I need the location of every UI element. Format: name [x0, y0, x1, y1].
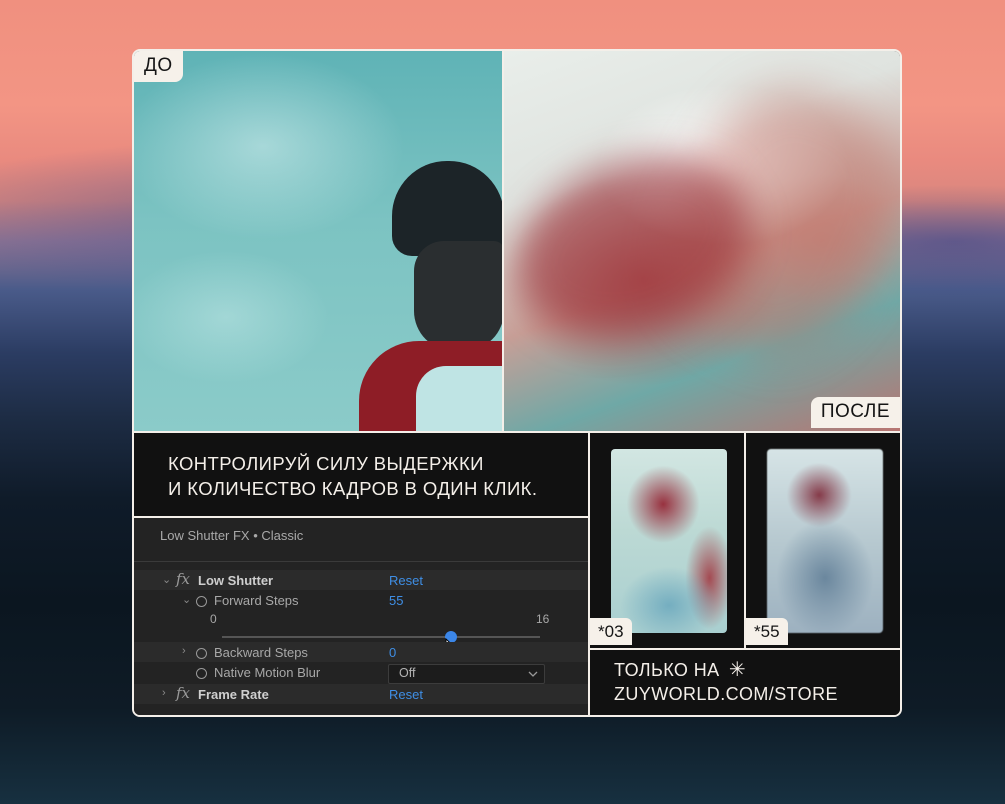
effect-controls-panel: Low Shutter FX • Classic ⌄ fx Low Shutte… — [134, 518, 588, 715]
fx-icon: fx — [176, 570, 191, 588]
before-photo: ДО — [134, 51, 502, 431]
slider-min-label: 0 — [210, 612, 217, 626]
before-label: ДО — [134, 51, 183, 82]
thumbnail-badge-55: *55 — [746, 618, 788, 645]
effect-label-frame-rate: Frame Rate — [198, 687, 269, 702]
effect-row-low-shutter[interactable]: ⌄ fx Low Shutter Reset — [134, 570, 588, 590]
native-motion-blur-dropdown[interactable]: Off — [388, 664, 545, 684]
tagline-line-1: КОНТРОЛИРУЙ СИЛУ ВЫДЕРЖКИ — [168, 453, 484, 474]
person-head — [414, 241, 502, 351]
property-row-forward-steps[interactable]: ⌄ Forward Steps 55 — [134, 590, 588, 610]
after-label: ПОСЛЕ — [810, 397, 900, 428]
property-label-forward-steps: Forward Steps — [214, 593, 299, 608]
dropdown-selected-value: Off — [399, 666, 416, 680]
store-line-1: ТОЛЬКО НА — [614, 660, 720, 680]
chevron-down-icon — [528, 671, 538, 677]
thumbnail-55 — [767, 449, 883, 633]
store-url[interactable]: ZUYWORLD.COM/STORE — [614, 682, 900, 706]
stopwatch-icon[interactable] — [196, 647, 207, 662]
thumbnail-badge-03: *03 — [590, 618, 632, 645]
chevron-down-icon[interactable]: ⌄ — [162, 573, 171, 586]
reset-link-frame-rate[interactable]: Reset — [389, 687, 423, 702]
chevron-right-icon[interactable]: › — [182, 645, 186, 657]
tagline-line-2: И КОЛИЧЕСТВО КАДРОВ В ОДИН КЛИК. — [168, 478, 538, 499]
forward-steps-slider[interactable] — [222, 631, 540, 643]
reset-link-low-shutter[interactable]: Reset — [389, 573, 423, 588]
thumbnail-03 — [611, 449, 727, 633]
chevron-down-icon[interactable]: ⌄ — [182, 593, 191, 606]
promo-card: ДО ПОСЛЕ КОНТРОЛИРУЙ СИЛУ ВЫДЕРЖКИ И КОЛ… — [132, 49, 902, 717]
property-row-backward-steps[interactable]: › Backward Steps 0 — [134, 642, 588, 662]
chevron-right-icon[interactable]: › — [162, 687, 166, 699]
store-callout: ТОЛЬКО НА ✳ ZUYWORLD.COM/STORE — [590, 650, 900, 715]
property-label-backward-steps: Backward Steps — [214, 645, 308, 660]
slider-fill — [222, 636, 451, 638]
white-tee — [416, 366, 502, 431]
panel-title: Low Shutter FX • Classic — [160, 528, 304, 543]
stopwatch-icon[interactable] — [196, 595, 207, 610]
effect-label-low-shutter: Low Shutter — [198, 573, 274, 588]
value-backward-steps[interactable]: 0 — [389, 645, 396, 660]
property-label-native-motion-blur: Native Motion Blur — [214, 665, 321, 680]
effect-row-frame-rate[interactable]: › fx Frame Rate Reset — [134, 684, 588, 704]
slider-max-label: 16 — [536, 612, 550, 626]
panel-separator — [134, 561, 588, 562]
after-photo — [504, 51, 900, 431]
value-forward-steps[interactable]: 55 — [389, 593, 403, 608]
stopwatch-icon[interactable] — [196, 667, 207, 682]
fx-icon: fx — [176, 684, 191, 702]
asterisk-icon: ✳ — [728, 659, 747, 681]
tagline: КОНТРОЛИРУЙ СИЛУ ВЫДЕРЖКИ И КОЛИЧЕСТВО К… — [134, 433, 588, 516]
